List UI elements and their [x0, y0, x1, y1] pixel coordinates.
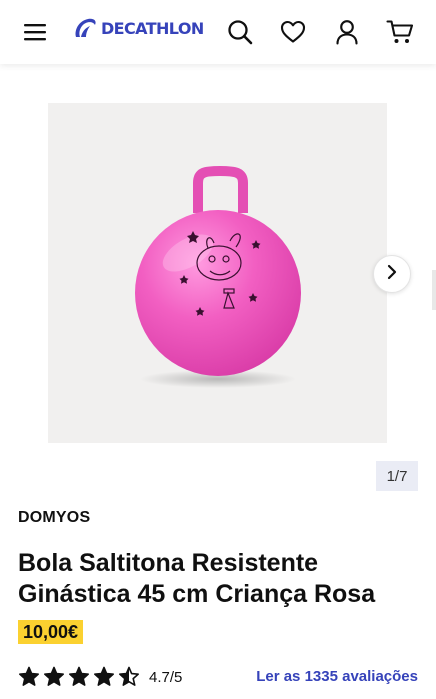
star-full-icon	[19, 666, 39, 686]
decathlon-logo[interactable]: DECATHLON	[72, 16, 204, 40]
image-counter: 1/7	[376, 461, 418, 491]
product-image-gallery[interactable]	[48, 103, 387, 443]
product-title: Bola Saltitona Resistente Ginástica 45 c…	[18, 549, 376, 608]
star-full-icon	[94, 666, 114, 686]
search-icon	[227, 19, 253, 45]
wishlist-button[interactable]	[270, 9, 316, 55]
star-full-icon	[44, 666, 64, 686]
logo-text: DECATHLON	[101, 18, 204, 38]
site-header: DECATHLON	[0, 0, 436, 64]
next-image-button[interactable]	[373, 255, 411, 293]
rating-value: 4.7/5	[149, 668, 183, 686]
menu-button[interactable]	[12, 9, 58, 55]
star-full-icon	[69, 666, 89, 686]
decathlon-logo-mark	[75, 18, 96, 37]
search-button[interactable]	[217, 9, 263, 55]
rating-stars	[18, 666, 143, 688]
product-price: 10,00€	[18, 620, 84, 644]
hamburger-icon	[23, 22, 47, 42]
chevron-right-icon	[385, 264, 399, 285]
heart-icon	[280, 20, 306, 44]
account-button[interactable]	[324, 9, 370, 55]
product-image	[135, 166, 301, 388]
product-brand[interactable]: DOMYOS	[18, 509, 90, 527]
cart-button[interactable]	[377, 9, 423, 55]
cart-icon	[386, 19, 414, 45]
next-image-peek	[432, 270, 436, 310]
reviews-link[interactable]: Ler as 1335 avaliações	[256, 668, 418, 685]
user-icon	[335, 19, 359, 45]
product-rating[interactable]: 4.7/5	[18, 665, 182, 689]
star-half-icon	[119, 666, 139, 686]
